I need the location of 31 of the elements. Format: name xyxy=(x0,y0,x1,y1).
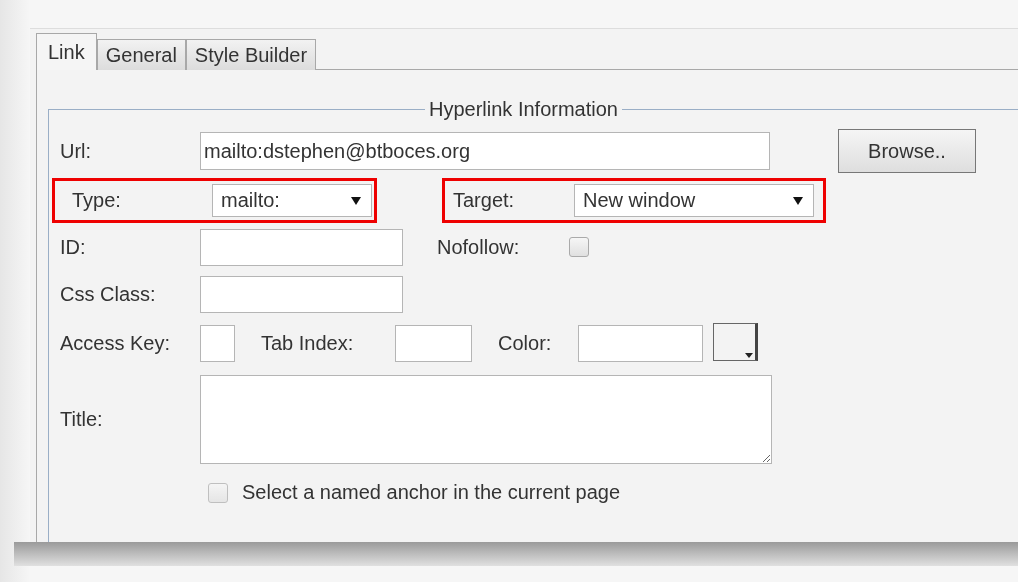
caret-icon xyxy=(793,195,803,206)
field-label: Tab Index: xyxy=(261,332,355,355)
fieldset-legend: Hyperlink Information xyxy=(429,98,618,120)
anchor-checkbox[interactable] xyxy=(208,482,228,503)
color-picker-button[interactable] xyxy=(713,322,758,361)
browse-button[interactable]: Browse.. xyxy=(838,129,976,173)
field-label: Access Key: xyxy=(60,332,172,355)
tab[interactable]: Link xyxy=(36,33,97,70)
checkbox-label: Select a named anchor in the current page xyxy=(242,481,621,504)
caret-icon xyxy=(351,195,361,206)
field-label: Nofollow: xyxy=(437,235,521,259)
css-class-field[interactable] xyxy=(200,275,403,313)
caret-icon xyxy=(745,352,753,358)
tab[interactable]: Style Builder xyxy=(185,39,317,70)
tab-index-field[interactable] xyxy=(395,325,472,362)
title-field[interactable] xyxy=(200,375,772,464)
field-label: Title: xyxy=(60,408,104,431)
id-field[interactable] xyxy=(200,228,403,266)
nofollow-checkbox[interactable] xyxy=(569,237,589,257)
field-label: ID: xyxy=(60,235,87,259)
color-field[interactable] xyxy=(578,325,703,362)
field-label: Css Class: xyxy=(60,282,157,306)
target-dropdown[interactable]: New window xyxy=(574,184,814,217)
field-label: Url: xyxy=(60,139,93,163)
url-field[interactable]: mailto:dstephen@btboces.org xyxy=(200,132,770,170)
field-label: Target: xyxy=(453,189,516,212)
tab[interactable]: General xyxy=(96,39,186,70)
field-label: Color: xyxy=(498,332,553,355)
field-label: Type: xyxy=(72,189,122,212)
access-key-field[interactable] xyxy=(200,325,235,362)
type-dropdown[interactable]: mailto: xyxy=(212,184,372,217)
